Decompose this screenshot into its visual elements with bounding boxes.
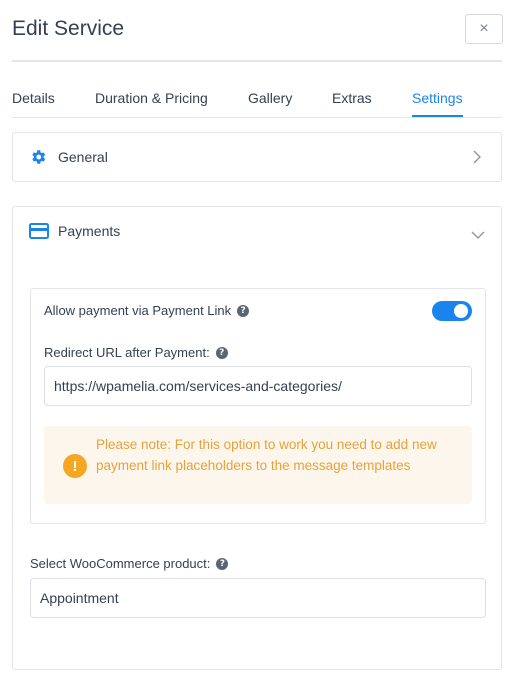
help-icon[interactable]: ? <box>216 557 229 570</box>
chevron-down-icon <box>471 227 485 245</box>
help-icon[interactable]: ? <box>237 304 250 317</box>
payments-section: Payments Allow payment via Payment Link … <box>12 206 502 670</box>
warning-icon: ! <box>63 454 87 478</box>
payments-section-header[interactable]: Payments <box>13 207 501 257</box>
active-tab-indicator <box>412 115 463 117</box>
page-title: Edit Service <box>12 17 125 40</box>
payment-link-row: Allow payment via Payment Link ? <box>44 303 250 318</box>
help-icon[interactable]: ? <box>215 346 228 359</box>
redirect-url-input[interactable] <box>44 366 472 406</box>
payment-link-panel: Allow payment via Payment Link ? Redirec… <box>30 288 486 524</box>
woocommerce-row: Select WooCommerce product: ? <box>30 556 229 571</box>
payment-link-toggle[interactable] <box>432 301 472 321</box>
woocommerce-product-value: Appointment <box>40 590 119 606</box>
payments-label: Payments <box>58 223 121 239</box>
credit-card-icon <box>29 222 49 245</box>
redirect-url-row: Redirect URL after Payment: ? <box>44 345 228 360</box>
gear-icon <box>29 148 47 171</box>
close-button[interactable]: × <box>465 14 503 44</box>
tab-bar: Details Duration & Pricing Gallery Extra… <box>12 62 502 118</box>
woocommerce-product-select[interactable]: Appointment <box>30 578 486 618</box>
note-text: Please note: For this option to work you… <box>96 437 437 473</box>
chevron-right-icon <box>472 150 482 169</box>
dialog-header: Edit Service × <box>12 0 503 62</box>
redirect-url-label: Redirect URL after Payment: <box>44 345 210 360</box>
general-label: General <box>58 149 108 165</box>
note-alert: ! Please note: For this option to work y… <box>44 426 472 504</box>
tab-extras[interactable]: Extras <box>332 90 372 106</box>
close-icon: × <box>479 20 489 37</box>
tab-details[interactable]: Details <box>12 90 55 106</box>
tab-gallery[interactable]: Gallery <box>248 90 292 106</box>
general-section-header[interactable]: General <box>12 132 502 182</box>
tab-settings[interactable]: Settings <box>412 90 463 106</box>
payment-link-label: Allow payment via Payment Link <box>44 303 232 318</box>
tab-duration-pricing[interactable]: Duration & Pricing <box>95 90 208 106</box>
toggle-knob <box>454 304 468 318</box>
woocommerce-label: Select WooCommerce product: <box>30 556 211 571</box>
